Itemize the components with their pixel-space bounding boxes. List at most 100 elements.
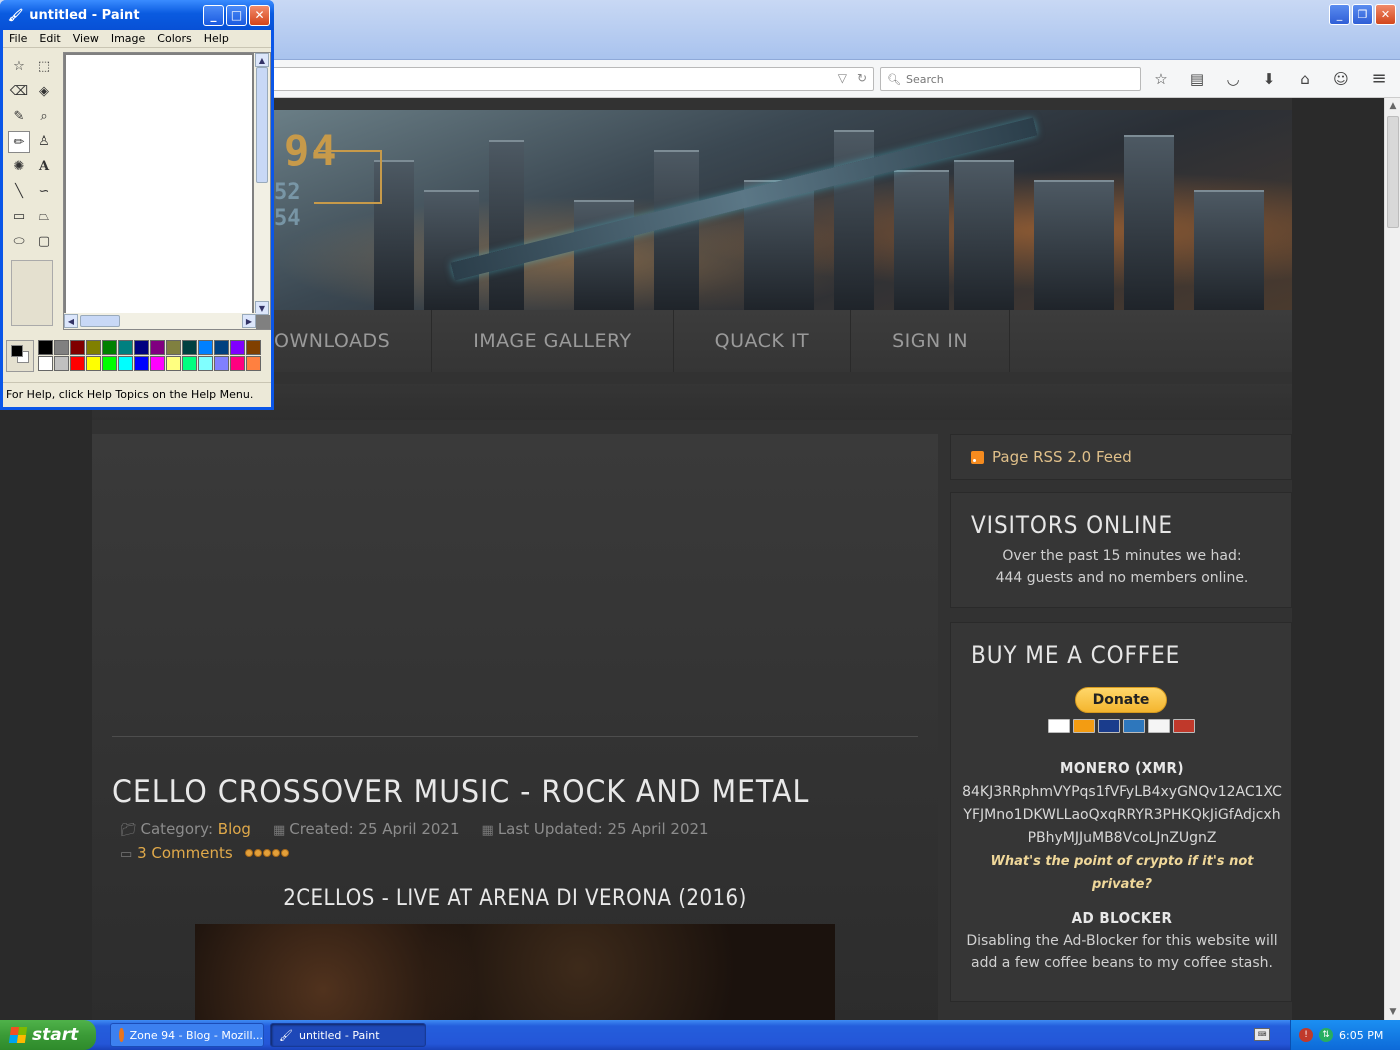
rss-feed-link[interactable]: Page RSS 2.0 Feed (950, 434, 1292, 480)
scroll-left-icon[interactable]: ◀ (64, 314, 78, 328)
dropdown-arrow-icon[interactable]: ▽ (838, 71, 847, 85)
taskbar-paint-button[interactable]: 🖌︎ untitled - Paint (270, 1023, 426, 1047)
hamburger-menu-icon[interactable]: ≡ (1368, 68, 1390, 90)
ellipse-icon[interactable]: ⬭ (8, 231, 30, 253)
network-icon[interactable]: ⇅ (1319, 1028, 1333, 1042)
color-swatch[interactable] (86, 340, 101, 355)
color-picker-icon[interactable]: ✎ (8, 106, 30, 128)
color-swatch[interactable] (38, 340, 53, 355)
color-swatch[interactable] (182, 340, 197, 355)
paint-close-button[interactable]: ✕ (249, 5, 270, 26)
nav-item-image-gallery[interactable]: IMAGE GALLERY (432, 310, 674, 372)
color-swatch[interactable] (70, 356, 85, 371)
scrollbar-thumb[interactable] (80, 315, 120, 327)
firefox-minimize-button[interactable]: _ (1329, 4, 1350, 25)
keyboard-icon[interactable]: ⌨ (1254, 1028, 1270, 1041)
drawing-canvas[interactable] (66, 55, 252, 315)
chat-icon[interactable]: ☺ (1330, 68, 1352, 90)
paint-titlebar[interactable]: 🖌︎ untitled - Paint _ □ ✕ (0, 0, 274, 30)
clock[interactable]: 6:05 PM (1339, 1029, 1383, 1042)
color-swatch[interactable] (150, 340, 165, 355)
rss-label[interactable]: Page RSS 2.0 Feed (992, 448, 1132, 466)
color-swatch[interactable] (246, 356, 261, 371)
color-swatch[interactable] (214, 356, 229, 371)
comments-count[interactable]: 3 Comments (137, 844, 233, 862)
scroll-down-icon[interactable]: ▼ (1385, 1004, 1400, 1020)
start-button[interactable]: start (0, 1020, 96, 1050)
pocket-icon[interactable]: ◡ (1222, 68, 1244, 90)
site-banner[interactable]: 94 52 54 (274, 110, 1292, 310)
firefox-close-button[interactable]: ✕ (1375, 4, 1396, 25)
color-swatch[interactable] (214, 340, 229, 355)
fill-bucket-icon[interactable]: ◈ (33, 81, 55, 103)
scrollbar-thumb[interactable] (256, 67, 268, 183)
polygon-icon[interactable]: ⏢ (33, 206, 55, 228)
scrollbar-thumb[interactable] (1387, 116, 1399, 228)
tool-options-panel[interactable] (11, 260, 53, 326)
scroll-right-icon[interactable]: ▶ (242, 314, 256, 328)
reading-list-icon[interactable]: ▤ (1186, 68, 1208, 90)
color-swatch[interactable] (134, 340, 149, 355)
color-swatch[interactable] (118, 340, 133, 355)
color-swatch[interactable] (246, 340, 261, 355)
nav-item-downloads[interactable]: OWNLOADS (274, 310, 433, 372)
color-swatch[interactable] (102, 340, 117, 355)
paint-maximize-button[interactable]: □ (226, 5, 247, 26)
color-swatch[interactable] (230, 340, 245, 355)
rounded-rect-icon[interactable]: ▢ (33, 231, 55, 253)
scroll-down-icon[interactable]: ▼ (255, 301, 269, 315)
home-icon[interactable]: ⌂ (1294, 68, 1316, 90)
menu-image[interactable]: Image (105, 30, 151, 47)
comments-link[interactable]: ▭ 3 Comments (120, 844, 233, 862)
canvas-horizontal-scrollbar[interactable]: ◀ ▶ (64, 313, 256, 329)
eraser-icon[interactable]: ⌫ (8, 81, 30, 103)
color-swatch[interactable] (198, 356, 213, 371)
color-swatch[interactable] (86, 356, 101, 371)
magnifier-icon[interactable]: ⌕ (33, 106, 55, 128)
color-swatch[interactable] (134, 356, 149, 371)
download-icon[interactable]: ⬇ (1258, 68, 1280, 90)
article-title[interactable]: CELLO CROSSOVER MUSIC - ROCK AND METAL (112, 774, 809, 810)
firefox-restore-button[interactable]: ❐ (1352, 4, 1373, 25)
brush-icon[interactable]: ♙ (33, 131, 55, 153)
color-swatch[interactable] (182, 356, 197, 371)
free-select-icon[interactable]: ☆ (8, 56, 30, 78)
rating-star-icon[interactable] (280, 849, 289, 857)
rectangle-icon[interactable]: ▭ (8, 206, 30, 228)
menu-edit[interactable]: Edit (33, 30, 66, 47)
line-icon[interactable]: ╲ (8, 181, 30, 203)
color-swatch[interactable] (70, 340, 85, 355)
airbrush-icon[interactable]: ✺ (8, 156, 30, 178)
menu-view[interactable]: View (67, 30, 105, 47)
monero-address-line[interactable]: YFJMno1DKWLLaoQxqRRYR3PHKQkJiGfAdjcxh (951, 804, 1293, 827)
monero-address-line[interactable]: 84KJ3RRphmVYPqs1fVFyLB4xyGNQv12AC1XC (951, 781, 1293, 804)
category-link[interactable]: Blog (218, 820, 251, 838)
color-swatch[interactable] (230, 356, 245, 371)
color-swatch[interactable] (166, 356, 181, 371)
color-swatch[interactable] (54, 356, 69, 371)
pencil-icon[interactable]: ✏ (8, 131, 30, 153)
rating-stars[interactable] (244, 849, 289, 857)
search-box[interactable]: 🔍︎ Search (880, 67, 1141, 91)
nav-item-sign-in[interactable]: SIGN IN (851, 310, 1011, 372)
current-colors[interactable] (6, 340, 34, 372)
canvas-vertical-scrollbar[interactable]: ▲ ▼ (254, 53, 270, 315)
rating-star-icon[interactable] (244, 849, 253, 857)
color-swatch[interactable] (118, 356, 133, 371)
color-swatch[interactable] (166, 340, 181, 355)
monero-address-line[interactable]: PBhyMJJuMB8VcoLJnZUgnZ (951, 827, 1293, 850)
page-vertical-scrollbar[interactable]: ▲ ▼ (1384, 98, 1400, 1020)
color-swatch[interactable] (102, 356, 117, 371)
bookmark-star-icon[interactable]: ☆ (1150, 68, 1172, 90)
color-swatch[interactable] (38, 356, 53, 371)
color-swatch[interactable] (198, 340, 213, 355)
taskbar-firefox-button[interactable]: Zone 94 - Blog - Mozill... (110, 1023, 264, 1047)
color-swatch[interactable] (150, 356, 165, 371)
security-shield-icon[interactable]: ! (1299, 1028, 1313, 1042)
color-swatch[interactable] (54, 340, 69, 355)
menu-file[interactable]: File (3, 30, 33, 47)
donate-button[interactable]: Donate (1075, 687, 1167, 713)
rect-select-icon[interactable]: ⬚ (33, 56, 55, 78)
menu-help[interactable]: Help (198, 30, 235, 47)
scroll-up-icon[interactable]: ▲ (255, 53, 269, 67)
